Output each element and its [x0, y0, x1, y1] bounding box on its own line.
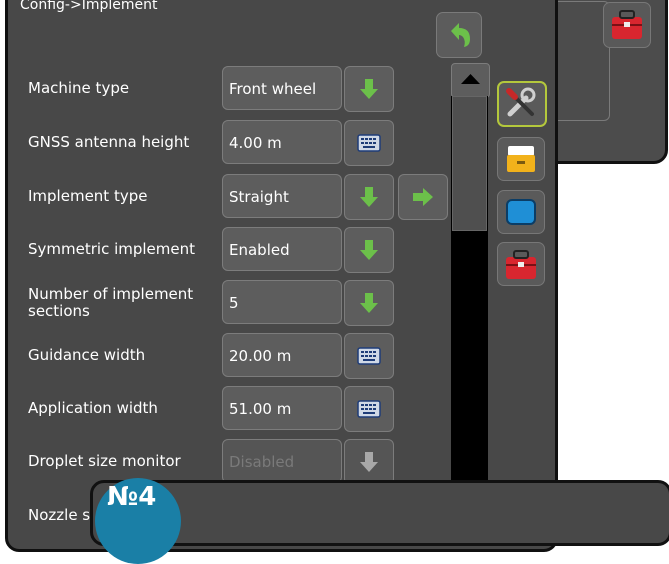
scrollbar-thumb[interactable]	[452, 96, 487, 231]
arrow-down-icon	[360, 79, 378, 99]
side-tab-tools[interactable]	[497, 81, 547, 127]
gnss-antenna-height-value[interactable]: 4.00 m	[222, 120, 342, 164]
side-tab-toolbox[interactable]	[497, 242, 545, 286]
droplet-size-monitor-dropdown-button	[344, 439, 394, 485]
symmetric-implement-dropdown-button[interactable]	[344, 227, 394, 273]
field-label-machine-type: Machine type	[28, 79, 130, 97]
number-of-implement-sections-value[interactable]: 5	[222, 280, 342, 324]
toolbox-icon	[506, 250, 536, 279]
display-icon	[506, 199, 536, 225]
machine-type-value[interactable]: Front wheel	[222, 66, 342, 110]
field-label-number-of-implement-sections: Number of implement sections	[28, 285, 194, 320]
gnss-antenna-height-keyboard-button[interactable]	[344, 120, 394, 166]
guidance-width-keyboard-button[interactable]	[344, 333, 394, 379]
machine-type-dropdown-button[interactable]	[344, 66, 394, 112]
field-label-application-width: Application width	[28, 399, 158, 417]
back-button[interactable]	[436, 12, 482, 58]
field-label-symmetric-implement: Symmetric implement	[28, 240, 196, 258]
triangle-up-icon	[461, 74, 480, 84]
keyboard-icon	[357, 347, 381, 365]
symmetric-implement-value[interactable]: Enabled	[222, 227, 342, 271]
back-arrow-icon	[451, 23, 470, 47]
background-toolbox-button[interactable]	[603, 2, 651, 48]
field-label-guidance-width: Guidance width	[28, 346, 146, 364]
scroll-up-button[interactable]	[451, 63, 490, 98]
toolbox-icon	[612, 10, 642, 39]
implement-type-dropdown-button[interactable]	[344, 174, 394, 220]
keyboard-icon	[357, 134, 381, 152]
arrow-down-icon	[360, 293, 378, 313]
guidance-width-value[interactable]: 20.00 m	[222, 333, 342, 377]
page-title: Config->Implement	[20, 0, 158, 13]
arrow-right-icon	[413, 188, 433, 206]
number-of-implement-sections-dropdown-button[interactable]	[344, 280, 394, 326]
side-tab-display[interactable]	[497, 190, 545, 234]
arrow-down-icon	[360, 240, 378, 260]
application-width-value[interactable]: 51.00 m	[222, 386, 342, 430]
side-tab-storage[interactable]	[497, 137, 545, 181]
field-label-droplet-size-monitor: Droplet size monitor	[28, 452, 181, 470]
badge-label: №4	[107, 482, 157, 512]
field-label-gnss-antenna-height: GNSS antenna height	[28, 133, 190, 151]
implement-type-next-button[interactable]	[398, 174, 448, 220]
keyboard-icon	[357, 400, 381, 418]
application-width-keyboard-button[interactable]	[344, 386, 394, 432]
storage-icon	[507, 146, 535, 172]
implement-type-value[interactable]: Straight	[222, 174, 342, 218]
tools-icon	[506, 87, 536, 117]
arrow-down-icon	[360, 187, 378, 207]
field-label-implement-type: Implement type	[28, 187, 148, 205]
droplet-size-monitor-value: Disabled	[222, 439, 342, 483]
figure-number-badge: №4	[95, 478, 181, 564]
arrow-down-icon	[360, 452, 378, 472]
